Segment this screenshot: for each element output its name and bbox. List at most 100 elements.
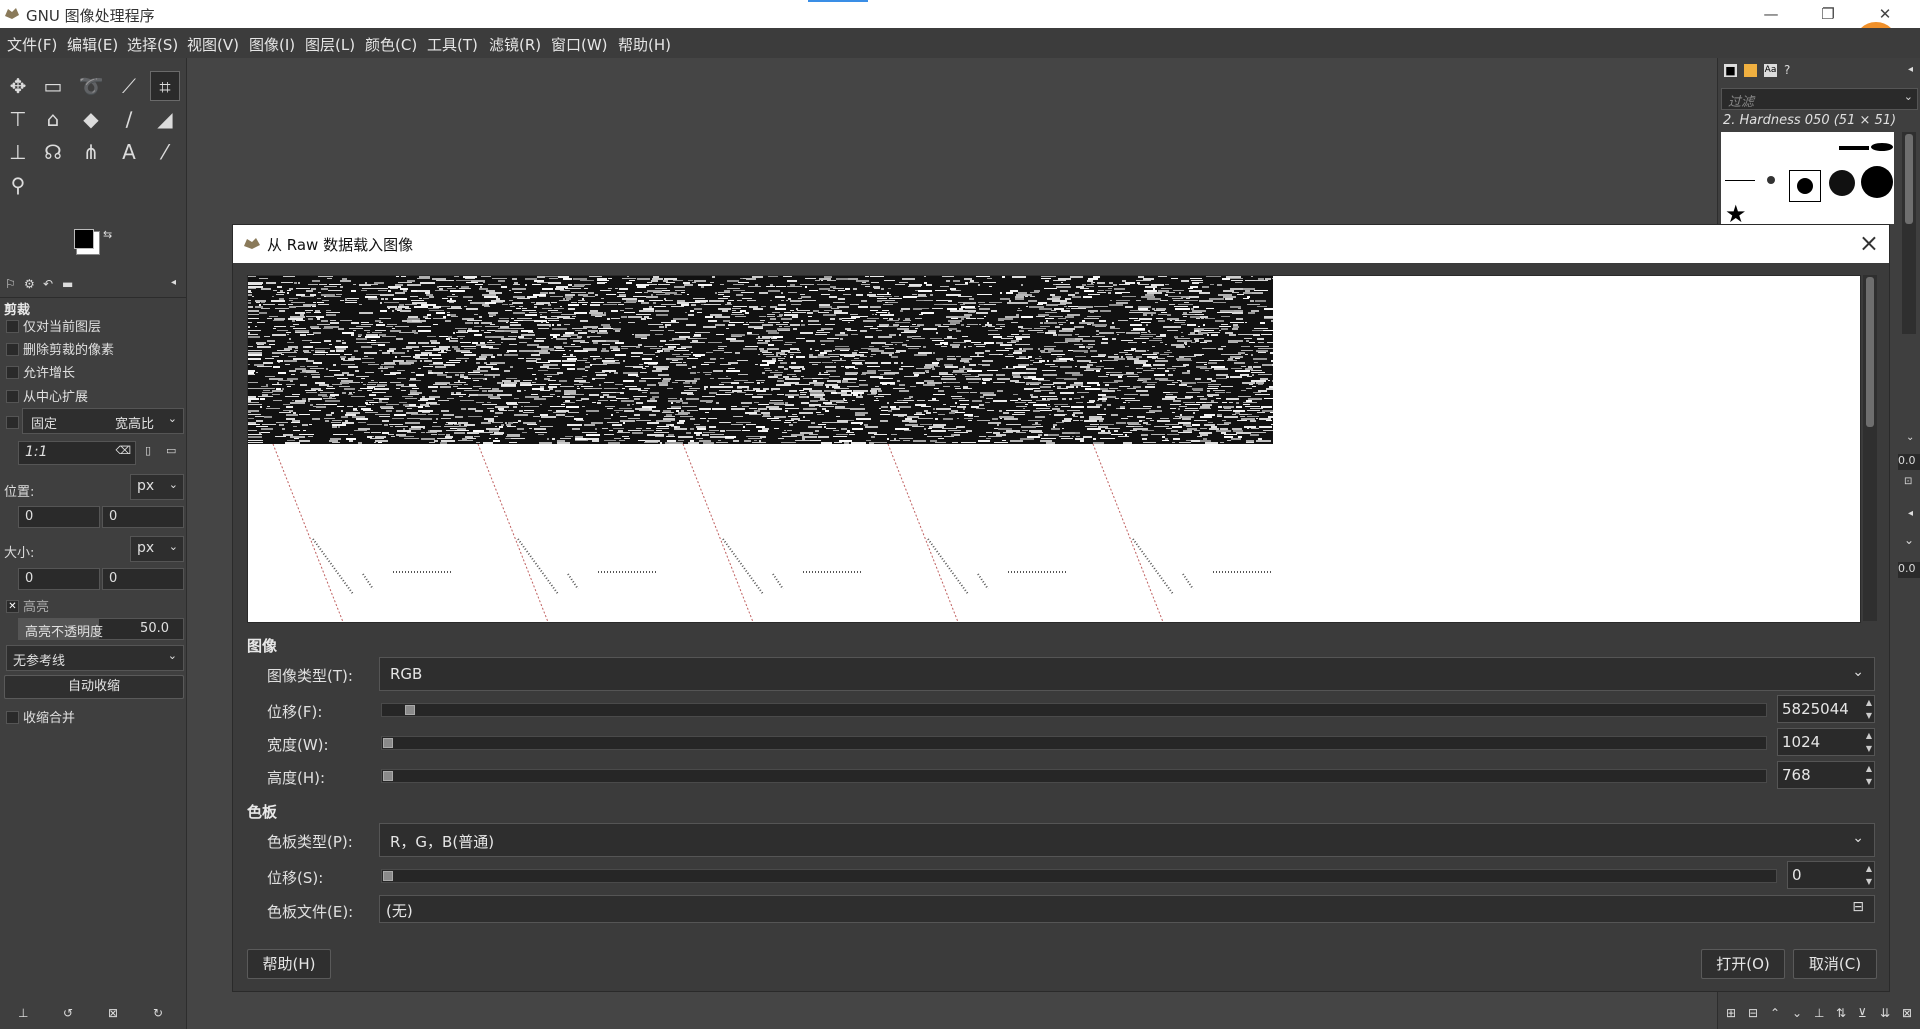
merge-icon[interactable]: ⊻ (1858, 1006, 1867, 1020)
size-x-input[interactable]: 0 (18, 568, 100, 590)
spin-arrows-icon[interactable]: ▲ ▼ (1866, 729, 1872, 755)
brush-filter-input[interactable]: 过滤 ⌄ (1721, 88, 1918, 110)
dock-menu-icon[interactable]: ◂ (1908, 508, 1913, 519)
height-slider[interactable] (381, 769, 1767, 783)
device-status-tab-icon[interactable]: ⚙ (24, 277, 35, 291)
brush-item[interactable] (1861, 166, 1893, 198)
offset-slider-knob[interactable] (405, 705, 415, 715)
right-value-field[interactable]: 0.0 (1898, 562, 1920, 578)
restore-options-icon[interactable]: ↺ (63, 1006, 73, 1020)
fuzzy-select-icon[interactable]: ⟋ (114, 71, 144, 101)
reset-options-icon[interactable]: ↻ (153, 1006, 163, 1020)
bucket-fill-icon[interactable]: ◆ (76, 104, 106, 134)
menu-layer[interactable]: 图层(L) (305, 34, 355, 55)
delete-pixels-checkbox[interactable] (6, 343, 19, 356)
new-icon[interactable]: ⊞ (1726, 1006, 1736, 1020)
preview-scrollbar[interactable] (1863, 275, 1877, 621)
width-spinbox[interactable]: 1024 ▲ ▼ (1777, 728, 1875, 756)
preview-scrollbar-thumb[interactable] (1866, 277, 1874, 427)
palette-offset-spinbox[interactable]: 0 ▲ ▼ (1787, 861, 1875, 889)
up-icon[interactable]: ⌃ (1770, 1006, 1780, 1020)
width-slider[interactable] (381, 736, 1767, 750)
menu-windows[interactable]: 窗口(W) (551, 34, 608, 55)
brush-item[interactable] (1767, 176, 1775, 184)
chevron-down-icon[interactable]: ⌄ (1906, 432, 1914, 443)
save-options-icon[interactable]: ⊥ (18, 1006, 28, 1020)
lasso-icon[interactable]: ➰ (76, 71, 106, 101)
highlight-opacity-slider[interactable]: 高亮不透明度 50.0 (18, 618, 184, 640)
undo-history-tab-icon[interactable]: ↶ (43, 277, 53, 291)
right-value-field[interactable]: 0.0 (1898, 454, 1920, 470)
spin-arrows-icon[interactable]: ▲ ▼ (1866, 696, 1872, 722)
images-tab-icon[interactable]: ▬ (62, 277, 73, 291)
brush-scrollbar[interactable] (1902, 132, 1916, 334)
reset-icon[interactable]: ⊡ (1904, 476, 1912, 487)
anchor-icon[interactable]: ⊥ (1814, 1006, 1824, 1020)
down-icon[interactable]: ⌄ (1792, 1006, 1802, 1020)
dialog-close-button[interactable]: × (1859, 229, 1879, 257)
guides-combo[interactable]: 无参考线 ⌄ (6, 645, 184, 671)
cancel-button[interactable]: 取消(C) (1793, 949, 1877, 979)
menu-tools[interactable]: 工具(T) (427, 34, 478, 55)
menu-image[interactable]: 图像(I) (249, 34, 295, 55)
eraser-icon[interactable]: ◢ (150, 104, 180, 134)
patterns-tab-icon[interactable] (1744, 64, 1757, 77)
expand-center-checkbox[interactable] (6, 390, 19, 403)
shrink-merged-checkbox[interactable] (6, 711, 19, 724)
highlight-checkbox[interactable]: ✕ (6, 600, 19, 613)
offset-slider[interactable] (381, 703, 1767, 717)
image-type-combo[interactable]: RGB ⌄ (379, 657, 1875, 691)
text-tool-icon[interactable]: A (114, 137, 144, 167)
palette-offset-slider[interactable] (381, 869, 1777, 883)
spin-arrows-icon[interactable]: ▲ ▼ (1866, 762, 1872, 788)
menu-select[interactable]: 选择(S) (127, 34, 178, 55)
foreground-color-swatch[interactable] (74, 229, 94, 249)
landscape-icon[interactable]: ▭ (166, 444, 176, 457)
menu-help[interactable]: 帮助(H) (618, 34, 671, 55)
fixed-mode-combo[interactable]: 固定 宽高比 ⌄ (22, 408, 184, 434)
help-tab-icon[interactable]: ? (1784, 63, 1790, 77)
offset-spinbox[interactable]: 5825044 ▲ ▼ (1777, 695, 1875, 723)
portrait-icon[interactable]: ▯ (145, 444, 151, 457)
maximize-button[interactable]: ❐ (1805, 2, 1851, 26)
position-unit-combo[interactable]: px ⌄ (130, 474, 184, 500)
ratio-input[interactable]: 1:1 ⌫ (18, 441, 136, 465)
width-slider-knob[interactable] (383, 738, 393, 748)
zoom-icon[interactable]: ⚲ (3, 170, 33, 200)
position-x-input[interactable]: 0 (18, 506, 100, 528)
swap-colors-icon[interactable]: ⇆ (103, 228, 112, 241)
dock-menu-icon[interactable]: ◂ (1908, 64, 1913, 75)
chevron-down-icon[interactable]: ⌄ (1904, 533, 1914, 547)
palette-offset-slider-knob[interactable] (383, 871, 393, 881)
spin-arrows-icon[interactable]: ▲ ▼ (1866, 862, 1872, 888)
height-slider-knob[interactable] (383, 771, 393, 781)
menu-colors[interactable]: 颜色(C) (365, 34, 417, 55)
fonts-tab-icon[interactable]: Aa (1764, 64, 1777, 77)
open-button[interactable]: 打开(O) (1701, 949, 1785, 979)
warp-icon[interactable]: ⌂ (38, 104, 68, 134)
color-picker-icon[interactable]: ⁄ (150, 137, 180, 167)
brush-grid[interactable]: ★ (1721, 132, 1894, 224)
transform-icon[interactable]: ⊤ (3, 104, 33, 134)
edit-icon[interactable]: ⇅ (1836, 1006, 1846, 1020)
fixed-checkbox[interactable] (6, 416, 19, 429)
clone-icon[interactable]: ⊥ (3, 137, 33, 167)
menu-edit[interactable]: 编辑(E) (67, 34, 118, 55)
folder-open-icon[interactable]: ⊟ (1852, 899, 1864, 915)
brush-item[interactable]: ★ (1725, 202, 1747, 224)
smudge-icon[interactable]: ☊ (38, 137, 68, 167)
brush-item[interactable] (1871, 143, 1893, 151)
delete-options-icon[interactable]: ⊠ (108, 1006, 118, 1020)
crop-tool-icon[interactable]: ⌗ (150, 71, 180, 101)
allow-grow-checkbox[interactable] (6, 366, 19, 379)
palette-type-combo[interactable]: R，G，B(普通) ⌄ (379, 823, 1875, 857)
position-y-input[interactable]: 0 (102, 506, 184, 528)
minimize-button[interactable]: — (1748, 2, 1794, 26)
duplicate-icon[interactable]: ⊟ (1748, 1006, 1758, 1020)
help-button[interactable]: 帮助(H) (247, 949, 331, 979)
brushes-tab-icon[interactable]: ■ (1724, 64, 1737, 77)
clear-icon[interactable]: ⌫ (115, 444, 131, 457)
brush-item[interactable] (1839, 146, 1869, 150)
current-layer-checkbox[interactable] (6, 320, 19, 333)
auto-shrink-button[interactable]: 自动收缩 (4, 675, 184, 699)
